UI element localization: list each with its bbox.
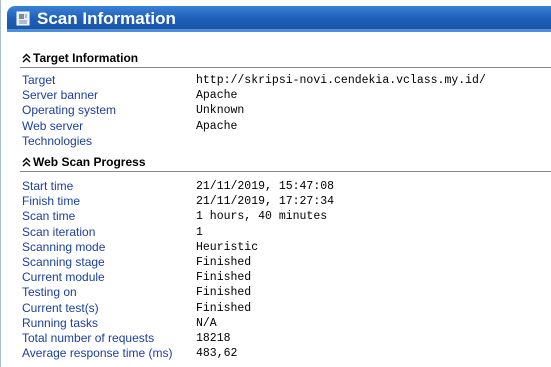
row-value: Finished — [196, 255, 252, 269]
row-label: Web server — [22, 118, 84, 133]
progress-row-finish-time: Finish time 21/11/2019, 17:27:34 — [22, 194, 551, 209]
row-label: Scan time — [22, 209, 76, 224]
row-label: Scanning mode — [22, 239, 106, 254]
section-target-information[interactable]: Target Information — [20, 51, 551, 68]
row-value: N/A — [196, 316, 217, 330]
row-value: 21/11/2019, 17:27:34 — [196, 195, 335, 209]
row-value: Apache — [196, 89, 238, 103]
progress-row-scan-iteration: Scan iteration 1 — [22, 225, 551, 240]
info-row-target: Target http://skripsi-novi.cendekia.vcla… — [22, 73, 551, 88]
progress-row-total-requests: Total number of requests 18218 — [22, 331, 551, 346]
row-value: Finished — [196, 301, 252, 315]
row-label: Start time — [22, 179, 74, 193]
info-row-operating-system: Operating system Unknown — [22, 103, 551, 118]
progress-row-testing-on: Testing on Finished — [22, 285, 551, 300]
row-label: Total number of requests — [22, 330, 155, 345]
section-web-scan-progress[interactable]: Web Scan Progress — [20, 155, 551, 172]
section-heading: Web Scan Progress — [33, 155, 146, 169]
progress-row-current-module: Current module Finished — [22, 270, 551, 285]
progress-row-start-time: Start time 21/11/2019, 15:47:08 — [22, 179, 551, 194]
info-row-web-server: Web server Apache — [22, 119, 551, 134]
row-label: Testing on — [22, 285, 77, 300]
panel-title-bar: Scan Information — [7, 6, 551, 32]
row-label: Technologies — [22, 133, 93, 148]
panel-title: Scan Information — [37, 9, 176, 28]
row-label: Scan iteration — [22, 224, 96, 239]
info-row-server-banner: Server banner Apache — [22, 88, 551, 103]
row-label: Running tasks — [22, 315, 99, 330]
section-heading: Target Information — [33, 51, 139, 65]
row-value: Apache — [196, 119, 238, 133]
row-value: 21/11/2019, 15:47:08 — [196, 180, 335, 193]
row-label: Target — [22, 73, 56, 87]
target-info-list: Target http://skripsi-novi.cendekia.vcla… — [22, 73, 551, 149]
row-value: 1 hours, 40 minutes — [196, 210, 328, 224]
row-value: 18218 — [196, 331, 231, 345]
row-value: http://skripsi-novi.cendekia.vclass.my.i… — [196, 74, 486, 87]
scan-information-panel: Scan Information Target Information Targ… — [0, 0, 551, 367]
row-label: Scanning stage — [22, 254, 105, 269]
row-label: Current test(s) — [22, 300, 99, 315]
row-value: Unknown — [196, 104, 245, 118]
row-label: Operating system — [22, 103, 117, 118]
row-value: Finished — [196, 271, 252, 285]
row-label: Current module — [22, 270, 105, 285]
progress-row-scan-time: Scan time 1 hours, 40 minutes — [22, 209, 551, 224]
progress-row-avg-response-time: Average response time (ms) 483,62 — [22, 346, 551, 361]
row-value: 1 — [196, 225, 203, 239]
progress-row-scanning-stage: Scanning stage Finished — [22, 255, 551, 270]
row-value: Finished — [196, 286, 252, 300]
progress-row-running-tasks: Running tasks N/A — [22, 316, 551, 331]
progress-row-current-tests: Current test(s) Finished — [22, 301, 551, 316]
row-label: Finish time — [22, 194, 81, 209]
progress-row-scanning-mode: Scanning mode Heuristic — [22, 240, 551, 255]
info-row-technologies: Technologies — [22, 134, 551, 149]
row-value: 483,62 — [196, 347, 238, 361]
row-label: Server banner — [22, 88, 99, 103]
row-value: Heuristic — [196, 240, 259, 254]
row-label: Average response time (ms) — [22, 346, 173, 361]
scan-progress-list: Start time 21/11/2019, 15:47:08 Finish t… — [22, 179, 551, 361]
